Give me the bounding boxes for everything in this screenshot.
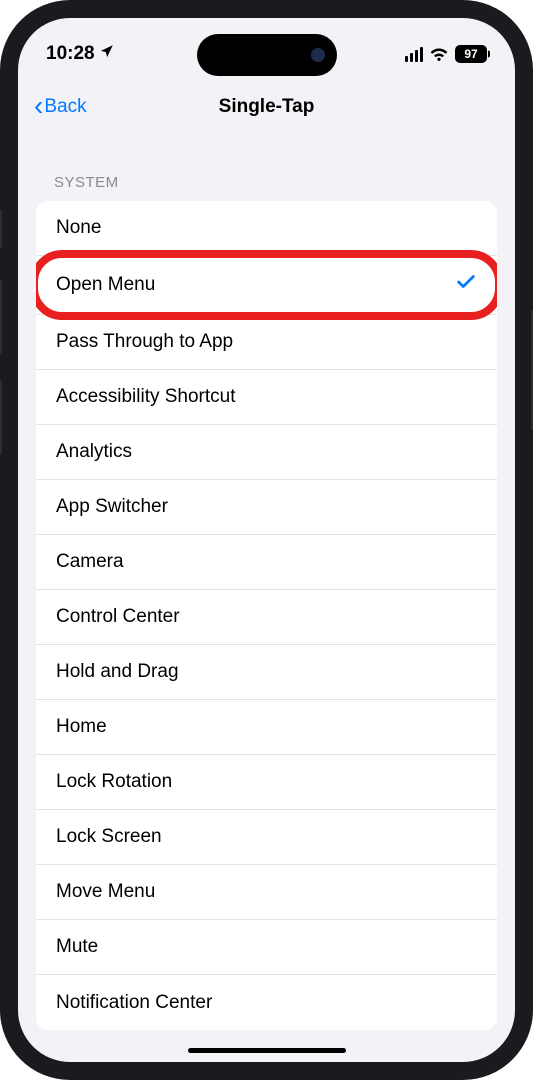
camera-icon [311, 48, 325, 62]
wifi-icon [429, 46, 449, 62]
option-label: Mute [56, 936, 98, 958]
option-label: App Switcher [56, 496, 168, 518]
option-label: Camera [56, 551, 124, 573]
cellular-icon [405, 47, 424, 62]
option-row[interactable]: Notification Center [36, 975, 497, 1030]
status-time: 10:28 [46, 43, 95, 65]
option-label: Lock Screen [56, 826, 162, 848]
phone-frame: 10:28 97 ‹ Back S [0, 0, 533, 1080]
options-list: None Open Menu Pass Through to App Accessib… [36, 201, 497, 1030]
option-label: None [56, 217, 101, 239]
option-label: Pass Through to App [56, 331, 233, 353]
content-area[interactable]: SYSTEM None Open Menu Pass Through to App A… [18, 136, 515, 1062]
option-label: Notification Center [56, 992, 212, 1014]
side-button [0, 380, 2, 455]
nav-bar: ‹ Back Single-Tap [18, 78, 515, 136]
option-row[interactable]: Pass Through to App [36, 315, 497, 370]
checkmark-icon [455, 271, 477, 299]
option-label: Hold and Drag [56, 661, 179, 683]
section-header: SYSTEM [18, 136, 515, 201]
option-label: Move Menu [56, 881, 155, 903]
option-row[interactable]: None [36, 201, 497, 256]
battery-icon: 97 [455, 45, 487, 63]
side-button [0, 280, 2, 355]
option-row[interactable]: Control Center [36, 590, 497, 645]
option-row[interactable]: Accessibility Shortcut [36, 370, 497, 425]
option-row[interactable]: Mute [36, 920, 497, 975]
option-label: Home [56, 716, 107, 738]
dynamic-island [197, 34, 337, 76]
option-row[interactable]: App Switcher [36, 480, 497, 535]
option-row[interactable]: Open Menu [36, 256, 497, 315]
location-icon [99, 43, 114, 65]
option-label: Lock Rotation [56, 771, 172, 793]
back-button[interactable]: ‹ Back [34, 95, 87, 120]
page-title: Single-Tap [18, 96, 515, 118]
chevron-left-icon: ‹ [34, 92, 43, 120]
option-row[interactable]: Move Menu [36, 865, 497, 920]
option-label: Analytics [56, 441, 132, 463]
option-row[interactable]: Home [36, 700, 497, 755]
option-label: Control Center [56, 606, 180, 628]
option-row[interactable]: Lock Rotation [36, 755, 497, 810]
option-label: Accessibility Shortcut [56, 386, 236, 408]
option-row[interactable]: Hold and Drag [36, 645, 497, 700]
option-row[interactable]: Lock Screen [36, 810, 497, 865]
home-indicator[interactable] [188, 1048, 346, 1053]
option-row[interactable]: Camera [36, 535, 497, 590]
option-row[interactable]: Analytics [36, 425, 497, 480]
option-label: Open Menu [56, 274, 155, 296]
side-button [0, 210, 2, 248]
back-label: Back [44, 96, 86, 118]
